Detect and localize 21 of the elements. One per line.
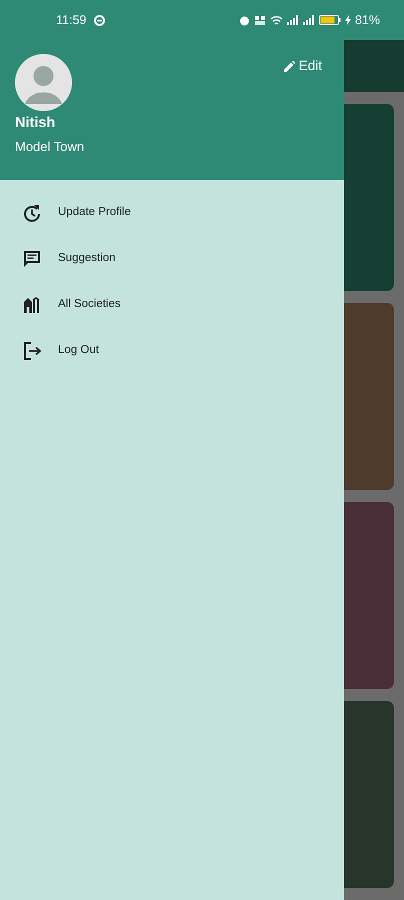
status-time: 11:59 [56,12,86,29]
battery-icon [318,15,341,25]
menu-item[interactable]: Suggestion [22,249,116,269]
avatar [15,54,72,111]
user-name: Nitish [15,114,56,133]
refresh-clock-icon [22,203,42,223]
edit-button[interactable]: Edit [284,56,322,76]
menu-item[interactable]: Update Profile [22,203,131,223]
status-icon [94,14,106,26]
menu-item[interactable]: Log Out [22,341,99,361]
logout-icon [22,341,42,361]
chat-icon [22,249,42,269]
signal-icon [286,15,299,25]
battery-percent: 81% [354,12,380,29]
wifi-icon [270,14,283,26]
menu-item[interactable]: All Societies [22,295,121,315]
pencil-icon [284,60,295,72]
buildings-icon [22,295,42,315]
charging-icon [344,15,351,25]
signal-icon [302,15,315,25]
user-location: Model Town [15,138,86,156]
